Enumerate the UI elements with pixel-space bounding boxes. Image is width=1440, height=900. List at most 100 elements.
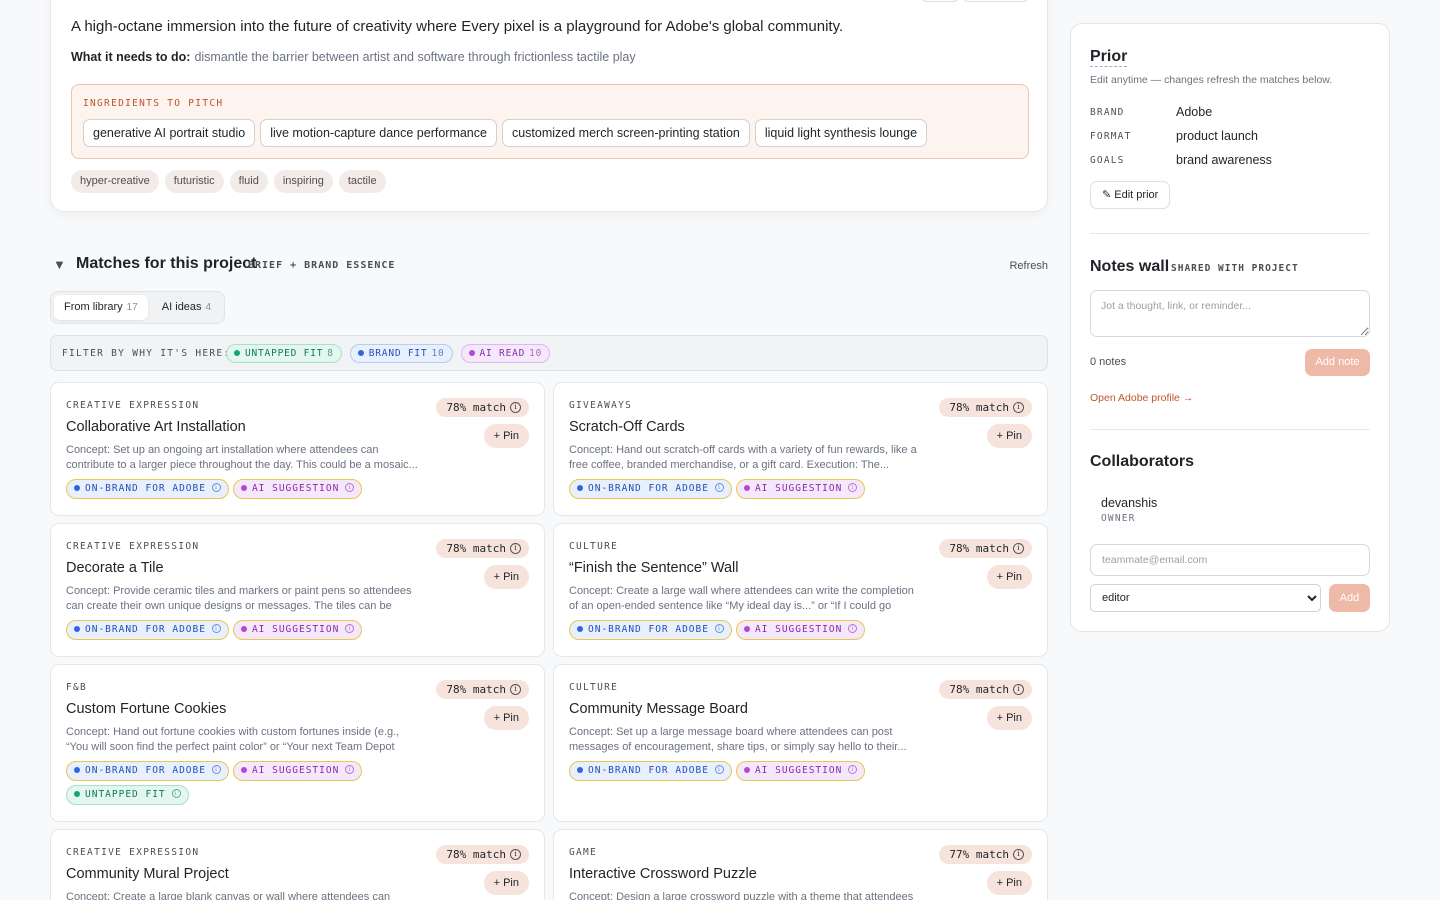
match-card[interactable]: CREATIVE EXPRESSION Community Mural Proj…	[50, 829, 545, 900]
badge-ai-suggestion: AI SUGGESTION i	[735, 761, 866, 781]
role-select[interactable]: editor	[1090, 584, 1321, 612]
add-collaborator-button[interactable]: Add	[1329, 584, 1370, 612]
match-score: 78% match i	[436, 398, 529, 417]
match-score: 78% match i	[436, 680, 529, 699]
info-icon: i	[345, 624, 355, 633]
notes-input[interactable]	[1090, 290, 1370, 337]
info-icon: i	[714, 624, 724, 633]
card-title: Decorate a Tile	[66, 560, 164, 576]
pin-button[interactable]: + Pin	[986, 706, 1032, 730]
badge-on-brand: ON-BRAND FOR ADOBE i	[569, 761, 732, 781]
brief-card: A high-octane immersion into the future …	[50, 0, 1048, 212]
tab-ai-ideas[interactable]: AI ideas 4	[152, 295, 221, 320]
info-icon: i	[211, 483, 221, 492]
info-icon: i	[345, 765, 355, 774]
info-icon[interactable]: i	[510, 542, 521, 554]
match-score: 78% match i	[939, 680, 1032, 699]
card-concept: Concept: Set up an ongoing art installat…	[66, 444, 418, 471]
mood-tag: fluid	[229, 170, 268, 193]
card-title: Community Message Board	[569, 701, 748, 717]
card-title: Scratch-Off Cards	[569, 419, 685, 435]
info-icon[interactable]: i	[1013, 683, 1024, 695]
filter-untapped-fit[interactable]: UNTAPPED FIT 8	[226, 344, 342, 363]
match-card[interactable]: GIVEAWAYS Scratch-Off Cards Concept: Han…	[553, 382, 1048, 516]
collaborator-role: OWNER	[1101, 513, 1136, 524]
ingredient-chip[interactable]: liquid light synthesis lounge	[754, 119, 928, 147]
badge-on-brand: ON-BRAND FOR ADOBE i	[66, 479, 229, 499]
prior-note: Edit anytime — changes refresh the match…	[1090, 74, 1333, 86]
badge-on-brand: ON-BRAND FOR ADOBE i	[66, 620, 229, 640]
toolbar-button[interactable]	[921, 0, 959, 2]
pin-button[interactable]: + Pin	[483, 424, 529, 448]
pin-button[interactable]: + Pin	[986, 871, 1032, 895]
email-field[interactable]	[1090, 544, 1370, 576]
info-icon[interactable]: i	[510, 683, 521, 695]
match-score: 78% match i	[939, 539, 1032, 558]
matches-subtitle: BRIEF + BRAND ESSENCE	[248, 260, 396, 271]
filter-label: FILTER BY WHY IT'S HERE:	[62, 348, 231, 359]
add-note-button[interactable]: Add note	[1305, 349, 1370, 376]
card-concept: Concept: Design a large crossword puzzle…	[569, 891, 914, 900]
pin-button[interactable]: + Pin	[483, 565, 529, 589]
info-icon: i	[714, 765, 724, 774]
sidebar-panel: Prior Edit anytime — changes refresh the…	[1070, 23, 1390, 632]
tab-from-library[interactable]: From library 17	[54, 295, 148, 320]
collaborator-name: devanshis	[1101, 496, 1158, 510]
match-card[interactable]: CULTURE Community Message Board Concept:…	[553, 664, 1048, 822]
info-icon[interactable]: i	[1013, 542, 1024, 554]
info-icon: i	[345, 483, 355, 492]
badge-untapped-fit: UNTAPPED FIT i	[66, 785, 189, 805]
filter-bar: FILTER BY WHY IT'S HERE: UNTAPPED FIT 8 B…	[50, 335, 1048, 371]
refresh-button[interactable]: Refresh	[1009, 260, 1048, 272]
filter-ai-read[interactable]: AI READ 10	[460, 344, 551, 363]
match-card[interactable]: CULTURE “Finish the Sentence” Wall Conce…	[553, 523, 1048, 657]
badge-on-brand: ON-BRAND FOR ADOBE i	[66, 761, 229, 781]
open-profile-link[interactable]: Open Adobe profile →	[1090, 392, 1193, 404]
card-category: CREATIVE EXPRESSION	[66, 541, 200, 552]
info-icon: i	[848, 624, 858, 633]
mood-tag: tactile	[338, 170, 386, 193]
info-icon: i	[714, 483, 724, 492]
toolbar-button[interactable]	[962, 0, 1029, 2]
match-card[interactable]: CREATIVE EXPRESSION Collaborative Art In…	[50, 382, 545, 516]
pin-button[interactable]: + Pin	[986, 424, 1032, 448]
card-concept: Concept: Hand out fortune cookies with c…	[66, 726, 400, 753]
info-icon: i	[171, 789, 181, 798]
collapse-triangle-icon[interactable]: ▼	[53, 257, 66, 272]
card-category: CREATIVE EXPRESSION	[66, 847, 200, 858]
badge-on-brand: ON-BRAND FOR ADOBE i	[569, 479, 732, 499]
card-title: Interactive Crossword Puzzle	[569, 866, 757, 882]
badge-ai-suggestion: AI SUGGESTION i	[735, 479, 866, 499]
brief-description: A high-octane immersion into the future …	[71, 18, 844, 35]
info-icon[interactable]: i	[510, 848, 521, 860]
pin-button[interactable]: + Pin	[483, 871, 529, 895]
mood-tag: hyper-creative	[71, 170, 159, 193]
collaborators-title: Collaborators	[1090, 453, 1195, 470]
badge-ai-suggestion: AI SUGGESTION i	[735, 620, 866, 640]
info-icon[interactable]: i	[510, 401, 521, 413]
brief-need: What it needs to do: dismantle the barrie…	[71, 50, 636, 64]
ingredients-label: INGREDIENTS TO PITCH	[83, 98, 224, 109]
badge-ai-suggestion: AI SUGGESTION i	[232, 479, 363, 499]
ingredient-chip[interactable]: live motion-capture dance performance	[260, 119, 497, 147]
edit-prior-button[interactable]: ✎ Edit prior	[1090, 181, 1171, 209]
match-card[interactable]: CREATIVE EXPRESSION Decorate a Tile Conc…	[50, 523, 545, 657]
match-card[interactable]: GAME Interactive Crossword Puzzle Concep…	[553, 829, 1048, 900]
notes-count: 0 notes	[1090, 356, 1127, 368]
info-icon[interactable]: i	[1013, 401, 1024, 413]
card-category: F&B	[66, 682, 88, 693]
divider	[1090, 233, 1370, 234]
pin-button[interactable]: + Pin	[483, 706, 529, 730]
mood-tag: futuristic	[164, 170, 224, 193]
card-category: CREATIVE EXPRESSION	[66, 400, 200, 411]
ingredient-chip[interactable]: generative AI portrait studio	[83, 119, 256, 147]
card-category: CULTURE	[569, 541, 619, 552]
pin-button[interactable]: + Pin	[986, 565, 1032, 589]
filter-brand-fit[interactable]: BRAND FIT 10	[349, 344, 453, 363]
prior-brand-row: BRAND Adobe	[1090, 105, 1213, 119]
ingredient-chip[interactable]: customized merch screen-printing station	[501, 119, 750, 147]
card-category: CULTURE	[569, 682, 619, 693]
card-concept: Concept: Hand out scratch-off cards with…	[569, 444, 917, 471]
match-card[interactable]: F&B Custom Fortune Cookies Concept: Hand…	[50, 664, 545, 822]
info-icon[interactable]: i	[1013, 848, 1024, 860]
